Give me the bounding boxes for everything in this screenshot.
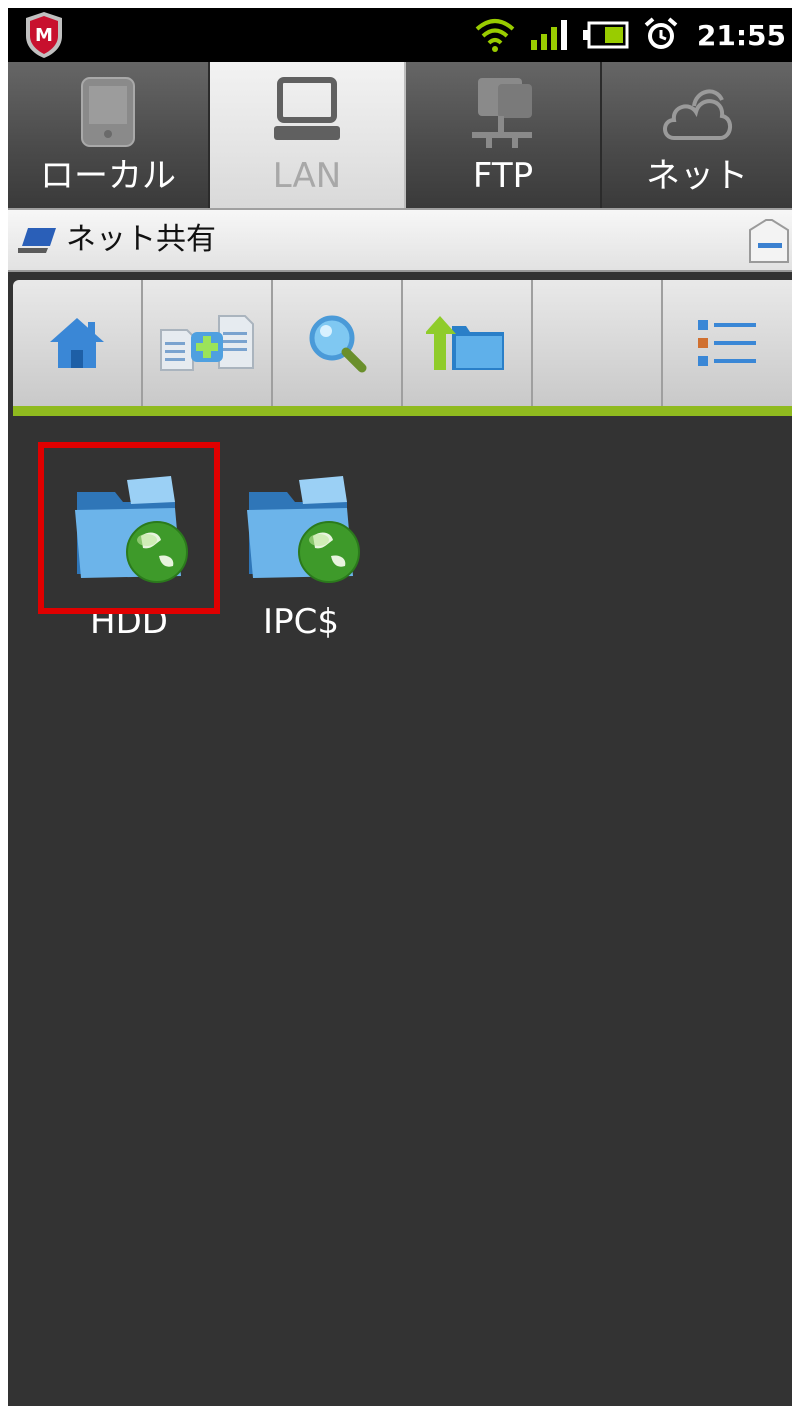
- share-label: HDD: [90, 602, 168, 642]
- status-bar: M 21:55: [8, 8, 792, 62]
- laptop-icon: [274, 77, 340, 140]
- tab-local[interactable]: ローカル: [8, 62, 210, 208]
- toolbar: [13, 280, 792, 416]
- share-label: IPC$: [263, 602, 339, 642]
- up-folder-icon: [426, 316, 504, 370]
- view-mode-button[interactable]: [663, 280, 790, 406]
- svg-text:M: M: [35, 25, 53, 46]
- up-folder-button[interactable]: [403, 280, 533, 406]
- mcafee-shield-icon: M: [26, 12, 62, 58]
- share-ipc[interactable]: IPC$: [215, 452, 387, 642]
- network-folder-icon: [247, 476, 360, 583]
- phone-icon: [81, 77, 135, 147]
- home-button[interactable]: [13, 280, 143, 406]
- ftp-server-icon: [472, 78, 532, 148]
- tab-label: LAN: [272, 156, 342, 196]
- tab-label: ローカル: [40, 156, 176, 196]
- tab-label: ネット: [646, 156, 748, 196]
- empty-toolbar-slot: [533, 280, 663, 406]
- screen: M 21:55 ローカル LAN FTP ネット ネット共有 HDD IPC$: [8, 8, 792, 1406]
- network-folder-icon: [75, 476, 188, 583]
- tab-net[interactable]: ネット: [602, 62, 792, 208]
- laptop-small-icon: [18, 228, 56, 253]
- alarm-icon: [644, 17, 678, 49]
- tab-bar: ローカル LAN FTP ネット: [8, 62, 792, 210]
- new-folder-button[interactable]: [143, 280, 273, 406]
- tab-lan[interactable]: LAN: [210, 62, 406, 208]
- view-list-icon: [697, 320, 756, 366]
- tab-ftp[interactable]: FTP: [406, 62, 602, 208]
- clock: 21:55: [696, 18, 786, 52]
- share-hdd[interactable]: HDD: [43, 452, 215, 642]
- signal-icon: [530, 20, 567, 50]
- path-title: ネット共有: [66, 222, 216, 257]
- cloud-icon: [663, 89, 732, 140]
- wifi-icon: [475, 19, 515, 52]
- home-icon: [50, 318, 104, 368]
- search-button[interactable]: [273, 280, 403, 406]
- file-grid: HDD IPC$: [8, 418, 792, 1406]
- tab-label: FTP: [472, 156, 534, 196]
- path-bar: ネット共有: [8, 210, 792, 272]
- new-folder-icon: [160, 315, 254, 371]
- battery-icon: [582, 21, 629, 49]
- collapse-button[interactable]: [746, 216, 792, 266]
- search-icon: [309, 315, 367, 373]
